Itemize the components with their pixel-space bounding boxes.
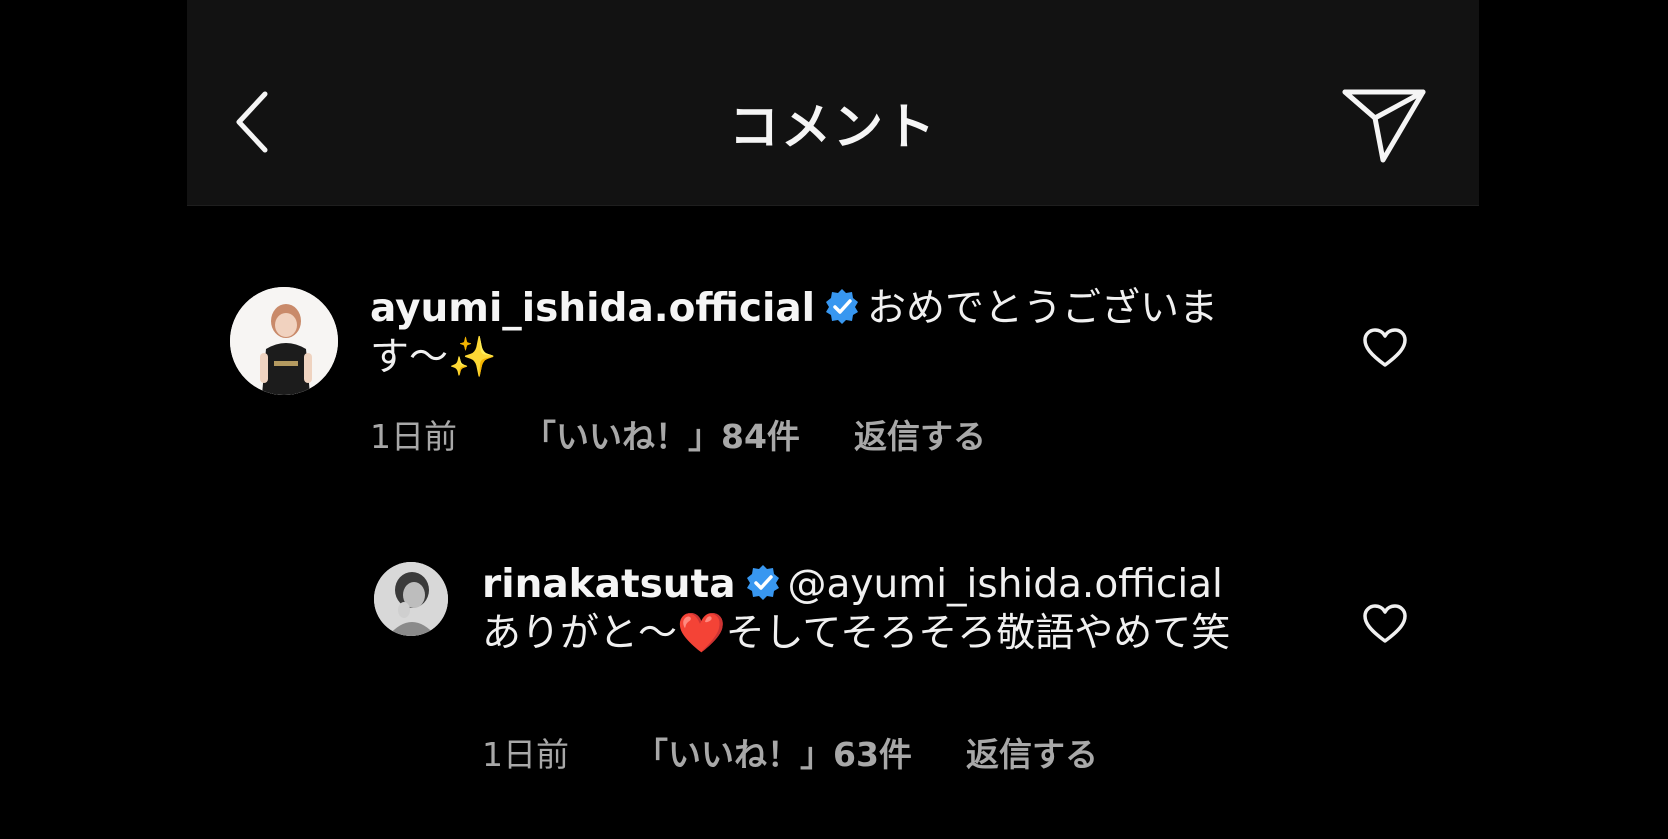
comment-meta: 1日前 「いいね！」63件 返信する [482,733,1098,777]
comment-message: ありがと〜 [482,611,678,656]
comment-body: ayumi_ishida.official おめでとうございます〜✨ [370,284,1260,382]
header-bar: コメント [187,0,1479,206]
verified-badge-icon [746,565,779,600]
sparkles-emoji: ✨ [448,335,497,380]
comments-screen: コメント ayumi_ishida.official おめでとうございます〜✨ … [0,0,1668,839]
like-count[interactable]: 「いいね！」84件 [523,415,800,459]
comment-body: rinakatsuta @ayumi_ishida.official ありがと〜❤… [482,560,1282,658]
avatar-image [374,562,448,636]
red-heart-emoji: ❤️ [677,611,726,656]
share-button[interactable] [1341,86,1427,164]
like-count[interactable]: 「いいね！」63件 [635,733,912,777]
comment-meta: 1日前 「いいね！」84件 返信する [370,415,986,459]
comment-timestamp: 1日前 [482,735,569,774]
comment-message-continued: そしてそろそろ敬語やめて笑 [725,611,1231,656]
paper-plane-icon [1342,89,1426,163]
page-title: コメント [729,98,937,156]
avatar-image [230,287,338,395]
reply-button[interactable]: 返信する [966,733,1098,777]
like-button[interactable] [1362,327,1408,369]
heart-outline-icon [1363,328,1407,367]
avatar[interactable] [374,562,448,636]
heart-outline-icon [1363,604,1407,643]
comment-timestamp: 1日前 [370,417,457,456]
like-button[interactable] [1362,603,1408,645]
verified-badge-icon [826,289,859,324]
reply-button[interactable]: 返信する [854,415,986,459]
comment-username[interactable]: ayumi_ishida.official [370,286,815,331]
comment-username[interactable]: rinakatsuta [482,562,736,607]
avatar[interactable] [230,287,338,395]
mention-link[interactable]: @ayumi_ishida.official [788,562,1223,607]
